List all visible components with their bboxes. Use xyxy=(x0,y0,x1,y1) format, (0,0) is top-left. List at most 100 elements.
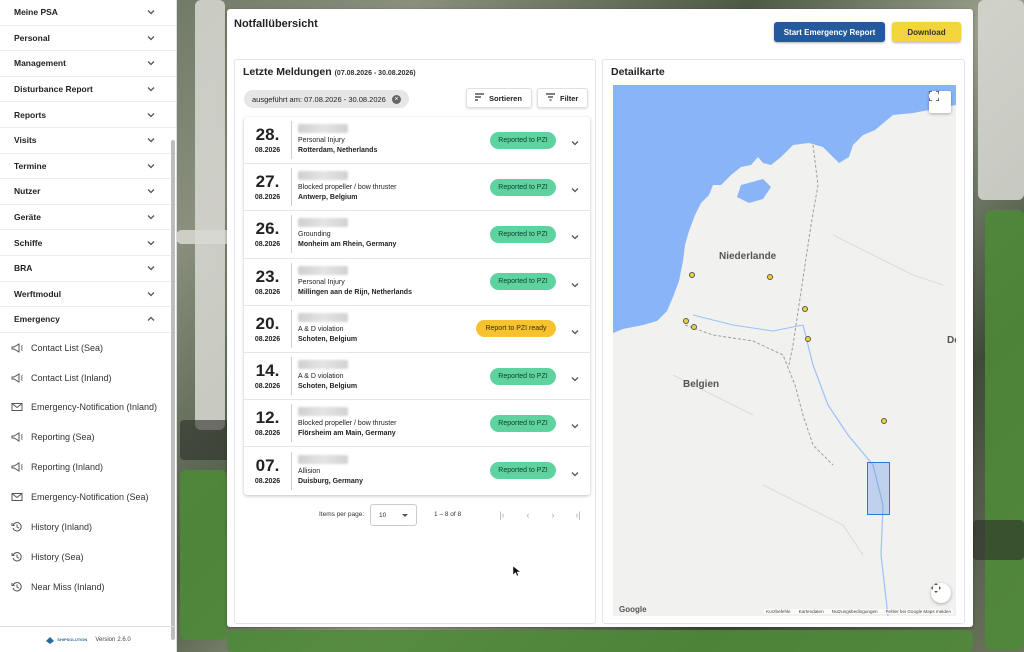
map-marker[interactable] xyxy=(691,324,697,330)
report-date: 07. 08.2026 xyxy=(244,456,291,485)
remove-filter-icon[interactable]: × xyxy=(391,94,401,104)
report-month-year: 08.2026 xyxy=(254,288,281,296)
dropdown-caret-icon xyxy=(402,514,408,517)
sidebar-section-bra[interactable]: BRA xyxy=(0,256,176,282)
redacted-vessel-name xyxy=(298,218,348,228)
sidebar-item-label: Contact List (Sea) xyxy=(31,342,104,353)
divider xyxy=(291,215,292,254)
sidebar-section-label: Werftmodul xyxy=(14,288,62,299)
report-row[interactable]: 28. 08.2026 Personal Injury Rotterdam, N… xyxy=(244,117,590,165)
history-icon xyxy=(11,551,23,563)
megaphone-icon xyxy=(11,342,23,354)
google-map[interactable]: Niederlande Belgien De Google Kurzbefehl… xyxy=(613,85,956,616)
sidebar-section-personal[interactable]: Personal xyxy=(0,26,176,52)
map-marker[interactable] xyxy=(689,272,695,278)
divider xyxy=(291,309,292,348)
chevron-down-icon xyxy=(146,58,156,68)
map-marker[interactable] xyxy=(683,318,689,324)
sidebar-item-contact-list-inland[interactable]: Contact List (Inland) xyxy=(0,363,176,393)
report-row[interactable]: 14. 08.2026 A & D violation Schoten, Bel… xyxy=(244,353,590,401)
expand-chevron-icon[interactable] xyxy=(570,229,580,240)
sidebar-section-label: Management xyxy=(14,58,66,69)
map-footer-link-fehler-bei-google-maps-melden[interactable]: Fehler bei Google Maps melden xyxy=(886,609,951,614)
sidebar-section-emergency[interactable]: Emergency xyxy=(0,307,176,333)
chevron-down-icon xyxy=(146,84,156,94)
status-badge: Reported to PZI xyxy=(490,131,556,149)
sidebar-section-label: Reports xyxy=(14,109,47,120)
map-footer-link-kartendaten[interactable]: Kartendaten xyxy=(799,609,824,614)
sidebar-section-reports[interactable]: Reports xyxy=(0,102,176,128)
sidebar-item-near-miss-inland[interactable]: Near Miss (Inland) xyxy=(0,572,176,602)
map-marker[interactable] xyxy=(805,336,811,342)
divider xyxy=(291,357,292,396)
filter-button[interactable]: Filter xyxy=(537,88,588,108)
report-row[interactable]: 20. 08.2026 A & D violation Schoten, Bel… xyxy=(244,306,590,353)
sidebar-scrollbar[interactable] xyxy=(171,140,175,640)
sidebar-section-label: Schiffe xyxy=(14,237,43,248)
sidebar-section-ger-te[interactable]: Geräte xyxy=(0,205,176,231)
filter-icon xyxy=(546,93,555,103)
last-page-icon[interactable]: ›| xyxy=(571,508,585,522)
first-page-icon[interactable]: |‹ xyxy=(495,508,509,522)
report-month-year: 08.2026 xyxy=(254,335,281,343)
map-marker[interactable] xyxy=(767,274,773,280)
sort-button[interactable]: Sortieren xyxy=(466,88,532,108)
sidebar-item-reporting-sea[interactable]: Reporting (Sea) xyxy=(0,422,176,452)
sidebar-section-disturbance-report[interactable]: Disturbance Report xyxy=(0,77,176,103)
map-footer-link-nutzungsbedingungen[interactable]: Nutzungsbedingungen xyxy=(832,609,878,614)
sidebar-item-label: History (Sea) xyxy=(31,551,84,562)
report-row[interactable]: 23. 08.2026 Personal Injury Millingen aa… xyxy=(244,259,590,306)
sidebar-item-label: Reporting (Inland) xyxy=(31,462,104,473)
sidebar-item-history-sea[interactable]: History (Sea) xyxy=(0,542,176,572)
download-button[interactable]: Download xyxy=(892,22,961,42)
date-filter-chip[interactable]: ausgeführt am: 07.08.2026 - 30.08.2026 × xyxy=(244,90,409,108)
expand-chevron-icon[interactable] xyxy=(570,371,580,382)
sidebar-item-contact-list-sea[interactable]: Contact List (Sea) xyxy=(0,333,176,363)
divider xyxy=(291,168,292,207)
camera-control-icon[interactable] xyxy=(931,583,951,603)
reports-date-range: (07.08.2026 - 30.08.2026) xyxy=(334,70,416,77)
redacted-vessel-name xyxy=(298,407,348,417)
expand-chevron-icon[interactable] xyxy=(570,418,580,429)
previous-page-icon[interactable]: ‹ xyxy=(521,508,535,522)
redacted-vessel-name xyxy=(298,360,348,370)
mail-icon xyxy=(11,491,23,503)
report-row[interactable]: 12. 08.2026 Blocked propeller / bow thru… xyxy=(244,400,590,448)
map-marker[interactable] xyxy=(802,306,808,312)
map-marker[interactable] xyxy=(881,418,887,424)
items-per-page-select[interactable]: 10 xyxy=(370,504,417,526)
sidebar-section-meine-psa[interactable]: Meine PSA xyxy=(0,0,176,26)
page-range: 1 – 8 of 8 xyxy=(434,511,462,518)
status-badge: Reported to PZI xyxy=(490,225,556,243)
report-row[interactable]: 07. 08.2026 Allision Duisburg, Germany R… xyxy=(244,447,590,494)
next-page-icon[interactable]: › xyxy=(546,508,560,522)
sidebar-item-reporting-inland[interactable]: Reporting (Inland) xyxy=(0,452,176,482)
expand-chevron-icon[interactable] xyxy=(570,182,580,193)
map-canvas xyxy=(613,85,956,616)
report-row[interactable]: 26. 08.2026 Grounding Monheim am Rhein, … xyxy=(244,211,590,259)
status-badge: Report to PZI ready xyxy=(476,320,556,338)
expand-chevron-icon[interactable] xyxy=(570,466,580,477)
fullscreen-icon[interactable] xyxy=(929,91,951,113)
report-row[interactable]: 27. 08.2026 Blocked propeller / bow thru… xyxy=(244,164,590,212)
expand-chevron-icon[interactable] xyxy=(570,324,580,335)
status-badge: Reported to PZI xyxy=(490,414,556,432)
report-month-year: 08.2026 xyxy=(254,147,281,155)
chevron-down-icon xyxy=(146,212,156,222)
map-footer-link-kurzbefehle[interactable]: Kurzbefehle xyxy=(766,609,791,614)
sidebar-item-emergency-notification-inland[interactable]: Emergency-Notification (Inland) xyxy=(0,393,176,423)
expand-chevron-icon[interactable] xyxy=(570,277,580,288)
sidebar-section-visits[interactable]: Visits xyxy=(0,128,176,154)
divider xyxy=(291,404,292,443)
chevron-down-icon xyxy=(146,7,156,17)
sidebar-section-management[interactable]: Management xyxy=(0,51,176,77)
sidebar-section-schiffe[interactable]: Schiffe xyxy=(0,230,176,256)
sidebar-section-nutzer[interactable]: Nutzer xyxy=(0,179,176,205)
sidebar-item-history-inland[interactable]: History (Inland) xyxy=(0,512,176,542)
sidebar-section-termine[interactable]: Termine xyxy=(0,154,176,180)
sidebar-item-emergency-notification-sea[interactable]: Emergency-Notification (Sea) xyxy=(0,482,176,512)
sidebar-section-werftmodul[interactable]: Werftmodul xyxy=(0,282,176,308)
expand-chevron-icon[interactable] xyxy=(570,135,580,146)
start-emergency-report-button[interactable]: Start Emergency Report xyxy=(774,22,885,42)
map-area-highlight[interactable] xyxy=(867,462,890,515)
